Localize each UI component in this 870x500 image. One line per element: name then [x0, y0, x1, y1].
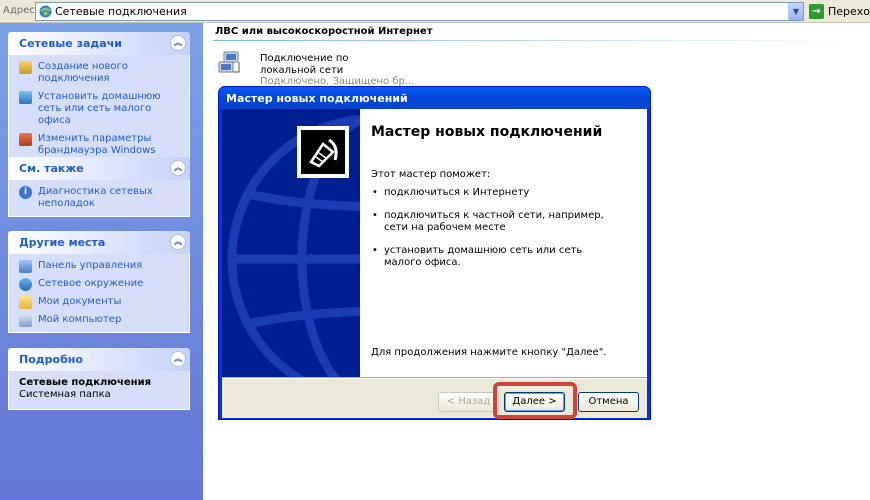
task-diagnostics[interactable]: i Диагностика сетевых неполадок: [19, 186, 183, 210]
task-new-connection[interactable]: Создание нового подключения: [19, 61, 183, 85]
firewall-icon: [19, 133, 32, 146]
network-cable-icon: [309, 138, 338, 168]
collapse-icon[interactable]: ︽: [170, 234, 186, 250]
see-also-title: См. также: [19, 162, 84, 175]
wizard-bullet: подключиться к частной сети, например, с…: [371, 210, 621, 234]
back-button[interactable]: < Назад: [438, 392, 499, 412]
network-connections-icon: [39, 5, 52, 18]
wizard-bullet: подключиться к Интернету: [371, 187, 621, 199]
place-my-computer[interactable]: Мой компьютер: [19, 314, 183, 327]
collapse-icon[interactable]: ︽: [170, 160, 186, 176]
wizard-content: Мастер новых подключений Этот мастер пом…: [360, 109, 647, 378]
collapse-icon[interactable]: ︽: [170, 351, 186, 367]
info-icon: i: [19, 186, 32, 199]
next-button-highlight: [493, 382, 577, 419]
wizard-intro: Этот мастер поможет:: [371, 169, 491, 180]
other-places-panel: Другие места ︽ Панель управления Сетевое…: [8, 231, 190, 333]
wizard-side-art: [222, 109, 360, 378]
details-type: Системная папка: [19, 389, 111, 400]
details-header[interactable]: Подробно ︽: [8, 348, 190, 371]
network-tasks-header[interactable]: Сетевые задачи ︽: [8, 32, 190, 55]
group-header: ЛВС или высокоскоростной Интернет: [215, 26, 433, 37]
home-network-icon: [19, 91, 32, 104]
network-tasks-panel: Сетевые задачи ︽ Создание нового подключ…: [8, 32, 190, 164]
other-places-title: Другие места: [19, 236, 106, 249]
details-title: Подробно: [19, 353, 83, 366]
lan-connection-icon[interactable]: [217, 50, 243, 76]
place-control-panel[interactable]: Панель управления: [19, 260, 183, 273]
go-arrow-icon: →: [809, 4, 824, 19]
address-dropdown-icon[interactable]: ▼: [788, 3, 803, 20]
address-label: Адрес:: [3, 5, 39, 16]
wizard-titlebar[interactable]: Мастер новых подключений: [219, 87, 650, 109]
wizard-button-bar: < Назад Далее > Отмена: [222, 378, 647, 418]
see-also-panel: См. также ︽ i Диагностика сетевых непола…: [8, 157, 190, 217]
new-connection-wizard: Мастер новых подключений Мастер новых по…: [218, 86, 651, 420]
network-places-icon: [19, 278, 32, 291]
wizard-bullet: установить домашнюю сеть или сеть малого…: [371, 245, 621, 269]
place-network-places[interactable]: Сетевое окружение: [19, 278, 183, 291]
address-value: Сетевые подключения: [55, 5, 187, 18]
see-also-header[interactable]: См. также ︽: [8, 157, 190, 180]
control-panel-icon: [19, 260, 32, 273]
go-label: Переход: [828, 5, 870, 18]
new-connection-icon: [19, 61, 32, 74]
details-panel: Подробно ︽ Сетевые подключения Системная…: [8, 348, 190, 410]
details-name: Сетевые подключения: [19, 377, 152, 388]
wizard-window-title: Мастер новых подключений: [226, 92, 408, 105]
wizard-bullet-list: подключиться к Интернету подключиться к …: [371, 187, 621, 280]
wizard-heading: Мастер новых подключений: [371, 124, 603, 140]
address-input[interactable]: Сетевые подключения ▼: [35, 2, 804, 21]
my-computer-icon: [19, 314, 32, 327]
wizard-footer-text: Для продолжения нажмите кнопку "Далее".: [371, 347, 607, 358]
connection-name[interactable]: Подключение по локальной сети: [260, 53, 400, 77]
other-places-header[interactable]: Другие места ︽: [8, 231, 190, 254]
group-divider: [213, 40, 853, 41]
collapse-icon[interactable]: ︽: [170, 35, 186, 51]
wizard-logo: [297, 126, 349, 178]
network-tasks-title: Сетевые задачи: [19, 37, 122, 50]
go-button[interactable]: → Переход: [808, 2, 870, 21]
cancel-button[interactable]: Отмена: [578, 392, 639, 412]
place-my-documents[interactable]: Мои документы: [19, 296, 183, 309]
task-home-network[interactable]: Установить домашнюю сеть или сеть малого…: [19, 91, 183, 127]
my-documents-icon: [19, 296, 32, 309]
address-bar: Адрес: Сетевые подключения ▼ → Переход: [0, 0, 870, 23]
task-pane: Сетевые задачи ︽ Создание нового подключ…: [0, 23, 203, 500]
task-firewall[interactable]: Изменить параметры брандмауэра Windows: [19, 133, 183, 157]
